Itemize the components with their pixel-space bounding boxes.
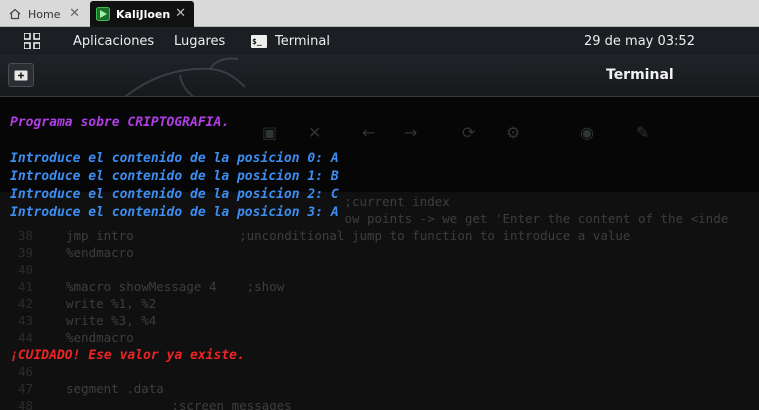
prompt-line: Introduce el contenido de la posicion 3:… <box>10 205 339 220</box>
refresh-icon: ⟳ <box>462 123 476 142</box>
host-tab-strip: Home ✕ KaliJloen ✕ <box>0 0 759 27</box>
arrow-left-icon: ← <box>362 123 376 142</box>
terminal-headerbar: Terminal <box>0 55 759 97</box>
ghost-code-line: %endmacro <box>66 245 134 260</box>
terminal-icon: $_ <box>251 34 267 48</box>
tab-kalijloen[interactable]: KaliJloen ✕ <box>90 1 194 27</box>
new-tab-button[interactable] <box>8 63 34 87</box>
clock[interactable]: 29 de may 03:52 <box>584 27 695 55</box>
background-editor-ghost: ▣ ✕ ← → ⟳ ⚙ ◉ ✎ ;current index ow points… <box>0 97 759 410</box>
menu-places[interactable]: Lugares <box>174 27 225 55</box>
prompt-line: Introduce el contenido de la posicion 1:… <box>10 169 339 184</box>
error-message: ¡CUIDADO! Ese valor ya existe. <box>10 348 245 363</box>
app-grid-icon[interactable] <box>24 27 42 55</box>
tab-home[interactable]: Home ✕ <box>0 1 88 27</box>
ghost-line-number: 47 <box>18 381 34 396</box>
ghost-code-line: ;screen messages <box>66 398 292 410</box>
ghost-line-number: 40 <box>18 262 34 277</box>
program-title-line: Programa sobre CRIPTOGRAFIA. <box>10 115 230 130</box>
new-tab-icon <box>14 70 28 81</box>
ghost-code-line: write %1, %2 <box>66 296 157 311</box>
ghost-line-number: 46 <box>18 364 34 379</box>
ghost-line-number: 43 <box>18 313 34 328</box>
menu-terminal[interactable]: $_ Terminal <box>251 27 330 55</box>
menu-terminal-label: Terminal <box>275 33 330 49</box>
window-title: Terminal <box>606 67 674 83</box>
pen-icon: ✎ <box>636 123 650 142</box>
vm-icon <box>96 7 110 21</box>
ghost-line-number: 39 <box>18 245 34 260</box>
close-icon[interactable]: ✕ <box>175 6 186 21</box>
prompt-line: Introduce el contenido de la posicion 0:… <box>10 151 339 166</box>
ghost-code-line: segment .data <box>66 381 164 396</box>
close-icon[interactable]: ✕ <box>69 6 80 21</box>
terminal-body[interactable]: ▣ ✕ ← → ⟳ ⚙ ◉ ✎ ;current index ow points… <box>0 97 759 410</box>
ghost-line-number: 41 <box>18 279 34 294</box>
tab-home-label: Home <box>28 7 61 21</box>
arrow-right-icon: → <box>404 123 418 142</box>
ghost-code-line: jmp intro ;unconditional jump to functio… <box>66 228 631 243</box>
home-icon <box>8 7 22 21</box>
tab-kalijloen-label: KaliJloen <box>116 7 171 21</box>
ghost-editor: ;current index ow points -> we get 'Ente… <box>0 192 759 410</box>
prompt-line: Introduce el contenido de la posicion 2:… <box>10 187 339 202</box>
ghost-line-number: 44 <box>18 330 34 345</box>
gear-icon: ⚙ <box>506 123 521 142</box>
close-icon: ✕ <box>308 123 322 142</box>
save-icon: ▣ <box>262 123 278 142</box>
top-panel: Aplicaciones Lugares $_ Terminal 29 de m… <box>0 27 759 55</box>
ghost-code-line: write %3, %4 <box>66 313 157 328</box>
ghost-line-number: 42 <box>18 296 34 311</box>
kali-dragon-watermark <box>124 57 246 96</box>
ghost-code-line: %macro showMessage 4 ;show <box>66 279 285 294</box>
ghost-line-number: 48 <box>18 398 34 410</box>
ghost-code-line: %endmacro <box>66 330 134 345</box>
target-icon: ◉ <box>580 123 594 142</box>
ghost-line-number: 38 <box>18 228 34 243</box>
menu-applications[interactable]: Aplicaciones <box>73 27 154 55</box>
